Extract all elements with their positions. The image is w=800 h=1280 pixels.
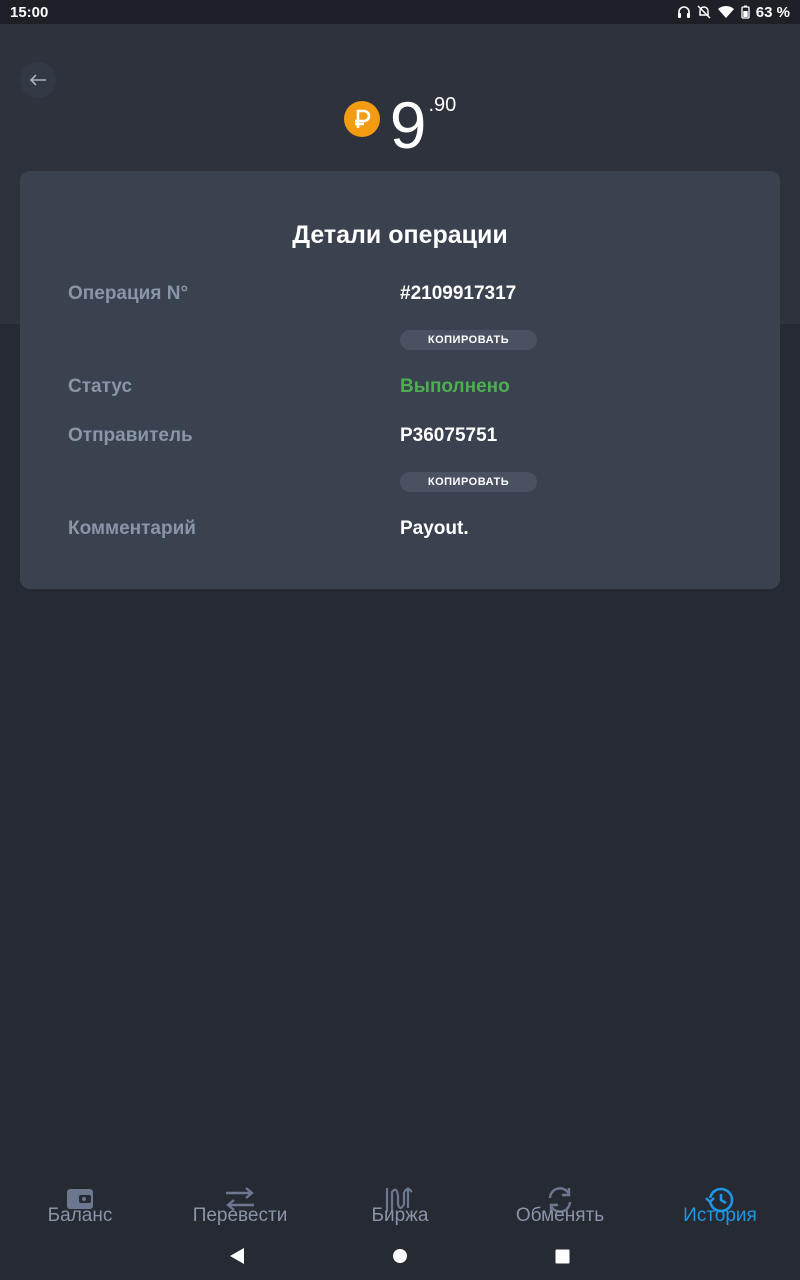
system-home-button[interactable] bbox=[376, 1232, 424, 1280]
nav-label-exchange: Биржа bbox=[371, 1205, 429, 1226]
status-icons: 63 % bbox=[677, 4, 790, 21]
card-title: Детали операции bbox=[292, 221, 508, 249]
nav-item-exchange[interactable]: Биржа bbox=[320, 1176, 480, 1232]
nav-label-history: История bbox=[683, 1205, 757, 1226]
amount-integer: 9 bbox=[389, 88, 427, 162]
nav-item-swap[interactable]: Обменять bbox=[480, 1176, 640, 1232]
amount-display: 9 .90 bbox=[0, 92, 800, 162]
copy-sender-button[interactable]: КОПИРОВАТЬ bbox=[400, 472, 537, 492]
comment-value: Payout. bbox=[400, 518, 469, 539]
battery-icon bbox=[741, 5, 750, 19]
nav-item-balance[interactable]: Баланс bbox=[0, 1176, 160, 1232]
amount-fraction: .90 bbox=[428, 94, 457, 116]
comment-label: Комментарий bbox=[68, 518, 196, 539]
triangle-back-icon bbox=[230, 1248, 244, 1264]
battery-level: 63 % bbox=[755, 3, 790, 21]
square-recents-icon bbox=[555, 1249, 569, 1263]
wifi-icon bbox=[717, 5, 734, 18]
nav-item-transfer[interactable]: Перевести bbox=[160, 1176, 320, 1232]
sender-label: Отправитель bbox=[68, 425, 193, 446]
copy-operation-button[interactable]: КОПИРОВАТЬ bbox=[400, 330, 537, 350]
status-label: Статус bbox=[68, 376, 133, 397]
status-time: 15:00 bbox=[10, 3, 49, 21]
status-bar: 15:00 63 % bbox=[0, 0, 800, 24]
operation-number-value: #2109917317 bbox=[400, 283, 517, 304]
ruble-coin-icon bbox=[343, 101, 380, 137]
bell-off-icon bbox=[697, 5, 711, 19]
system-back-button[interactable] bbox=[213, 1232, 261, 1280]
app-screen: 15:00 63 % 9 .90 Детали операции Операци… bbox=[0, 0, 800, 1280]
sender-value: P36075751 bbox=[400, 425, 498, 446]
status-value: Выполнено bbox=[400, 376, 510, 397]
operation-details-card: Детали операции Операция N° #2109917317 … bbox=[20, 171, 780, 589]
arrow-left-icon bbox=[29, 74, 46, 86]
nav-label-transfer: Перевести bbox=[192, 1205, 288, 1226]
nav-item-history[interactable]: История bbox=[640, 1176, 800, 1232]
headphones-icon bbox=[677, 6, 690, 18]
bottom-navigation: Баланс Перевести Биржа Обменять История bbox=[0, 1176, 800, 1232]
system-navigation-bar bbox=[0, 1232, 800, 1280]
circle-home-icon bbox=[393, 1249, 407, 1263]
nav-label-balance: Баланс bbox=[47, 1205, 113, 1226]
operation-number-label: Операция N° bbox=[68, 283, 189, 304]
nav-label-swap: Обменять bbox=[515, 1205, 605, 1226]
system-recents-button[interactable] bbox=[538, 1232, 586, 1280]
